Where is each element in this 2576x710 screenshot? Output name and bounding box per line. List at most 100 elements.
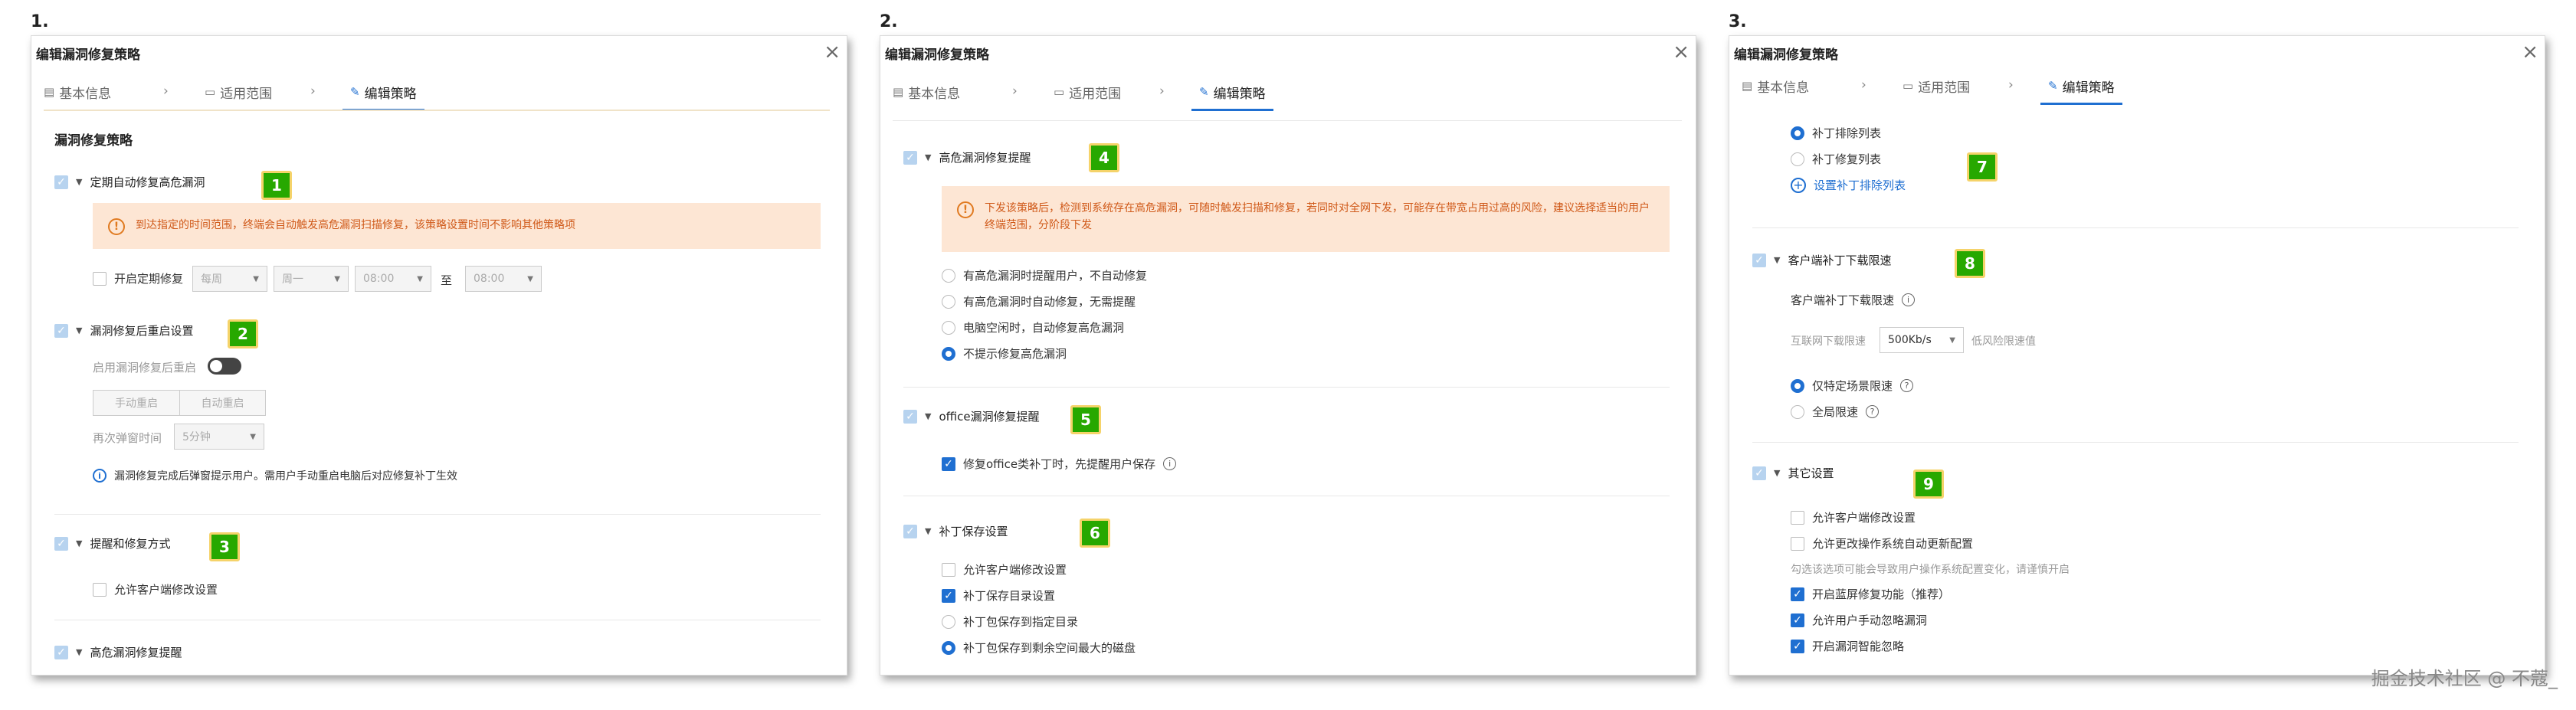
tab-edit-policy[interactable]: ✎ 编辑策略 (1191, 76, 1273, 111)
section-auto-fix[interactable]: ✓ ▼ 定期自动修复高危漏洞 (54, 174, 205, 190)
section-patch-save[interactable]: ✓ ▼ 补丁保存设置 (903, 523, 1008, 539)
net-limit-select[interactable]: 500Kb/s ▼ (1880, 327, 1964, 353)
info-icon[interactable]: i (1902, 293, 1916, 306)
weekday-select[interactable]: 周一 ▼ (274, 266, 349, 292)
caret-down-icon[interactable]: ▼ (76, 538, 82, 548)
section-office-reminder[interactable]: ✓ ▼ office漏洞修复提醒 (903, 408, 1040, 424)
checkbox-checked[interactable]: ✓ (942, 456, 955, 471)
section-checkbox[interactable]: ✓ (903, 409, 917, 424)
section-download-limit[interactable]: ✓ ▼ 客户端补丁下载限速 (1752, 252, 1891, 268)
checkbox[interactable] (1791, 536, 1804, 551)
checkbox-checked[interactable]: ✓ (1791, 587, 1804, 601)
help-icon[interactable]: ? (1900, 379, 1914, 392)
tab-basic-info[interactable]: ▤ 基本信息 (893, 76, 960, 108)
save-to-largest-disk[interactable]: 补丁包保存到剩余空间最大的磁盘 (942, 640, 1136, 656)
save-to-dir[interactable]: 补丁包保存到指定目录 (942, 613, 1078, 630)
enable-smart-ignore[interactable]: ✓ 开启漏洞智能忽略 (1791, 638, 1904, 654)
os-update-hint: 勾选该选项可能会导致用户操作系统配置变化，请谨慎开启 (1791, 564, 2070, 576)
patch-fix-list[interactable]: 补丁修复列表 (1791, 151, 1881, 167)
help-icon[interactable]: ? (1866, 405, 1880, 418)
start-time-select[interactable]: 08:00 ▼ (355, 266, 431, 292)
allow-os-update-change[interactable]: 允许更改操作系统自动更新配置 (1791, 535, 1973, 551)
end-time-select[interactable]: 08:00 ▼ (465, 266, 542, 292)
close-icon[interactable]: × (2522, 42, 2538, 62)
close-icon[interactable]: × (824, 42, 841, 62)
tab-edit-policy[interactable]: ✎ 编辑策略 (2040, 70, 2122, 105)
checkbox[interactable] (93, 582, 107, 597)
section-high-risk-reminder[interactable]: ✓ ▼ 高危漏洞修复提醒 (903, 149, 1031, 165)
section-checkbox[interactable]: ✓ (54, 645, 68, 659)
radio-button-selected[interactable] (942, 640, 955, 655)
radio-button-selected[interactable] (942, 346, 955, 361)
reminder-option-3[interactable]: 电脑空闲时，自动修复高危漏洞 (942, 319, 1124, 335)
allow-client-modify[interactable]: 允许客户端修改设置 (1791, 509, 1916, 525)
caret-down-icon[interactable]: ▼ (76, 177, 82, 187)
tab-scope[interactable]: ▭ 适用范围 (1054, 76, 1121, 108)
tab-basic-info[interactable]: ▤ 基本信息 (1742, 70, 1809, 102)
patch-dir-setting[interactable]: ✓ 补丁保存目录设置 (942, 587, 1055, 604)
chevron-right-icon: › (163, 83, 169, 99)
tab-edit-policy[interactable]: ✎ 编辑策略 (342, 76, 424, 111)
allow-client-modify[interactable]: 允许客户端修改设置 (93, 581, 218, 597)
radio-button[interactable] (1791, 152, 1804, 166)
section-checkbox[interactable]: ✓ (903, 150, 917, 165)
frequency-select[interactable]: 每周 ▼ (192, 266, 267, 292)
limit-specific-scene[interactable]: 仅特定场景限速? (1791, 378, 1914, 394)
checkbox-checked[interactable]: ✓ (1791, 613, 1804, 627)
popup-time-select[interactable]: 5分钟 ▼ (174, 424, 264, 450)
section-checkbox[interactable]: ✓ (54, 175, 68, 189)
checkbox-checked[interactable]: ✓ (1791, 639, 1804, 653)
caret-down-icon[interactable]: ▼ (1774, 255, 1780, 265)
restart-mode-segment[interactable]: 手动重启 自动重启 (93, 390, 266, 416)
radio-button-selected[interactable] (1791, 126, 1804, 140)
checkbox[interactable] (1791, 510, 1804, 525)
radio-button[interactable] (942, 614, 955, 629)
section-checkbox[interactable]: ✓ (1752, 466, 1766, 480)
tab-basic-info[interactable]: ▤ 基本信息 (44, 76, 111, 108)
radio-button-selected[interactable] (1791, 378, 1804, 393)
checkbox[interactable] (942, 562, 955, 577)
divider (893, 120, 1682, 121)
enable-bsod-fix[interactable]: ✓ 开启蓝屏修复功能（推荐） (1791, 586, 1950, 602)
checkbox-checked[interactable]: ✓ (942, 588, 955, 603)
caret-down-icon[interactable]: ▼ (925, 152, 931, 162)
section-restart[interactable]: ✓ ▼ 漏洞修复后重启设置 (54, 322, 193, 339)
caret-down-icon[interactable]: ▼ (925, 411, 931, 421)
reminder-option-1[interactable]: 有高危漏洞时提醒用户，不自动修复 (942, 267, 1147, 283)
section-checkbox[interactable]: ✓ (903, 524, 917, 538)
segment-manual-restart[interactable]: 手动重启 (93, 391, 179, 415)
reminder-option-2[interactable]: 有高危漏洞时自动修复，无需提醒 (942, 293, 1136, 309)
section-checkbox[interactable]: ✓ (54, 323, 68, 338)
section-other-settings[interactable]: ✓ ▼ 其它设置 (1752, 465, 1834, 481)
caret-down-icon[interactable]: ▼ (1774, 468, 1780, 478)
limit-global[interactable]: 全局限速? (1791, 404, 1880, 420)
patch-exclude-list[interactable]: 补丁排除列表 (1791, 125, 1881, 141)
section-checkbox[interactable]: ✓ (1752, 253, 1766, 267)
close-icon[interactable]: × (1673, 42, 1689, 62)
radio-button[interactable] (942, 320, 955, 335)
enable-periodic-fix[interactable]: 开启定期修复 (93, 270, 183, 286)
tab-scope[interactable]: ▭ 适用范围 (205, 76, 272, 108)
set-exclude-list-link[interactable]: + 设置补丁排除列表 (1791, 177, 1906, 193)
section-high-risk-reminder[interactable]: ✓ ▼ 高危漏洞修复提醒 (54, 644, 182, 660)
office-save-reminder[interactable]: ✓ 修复office类补丁时，先提醒用户保存 i (942, 456, 1177, 472)
allow-manual-ignore[interactable]: ✓ 允许用户手动忽略漏洞 (1791, 612, 1927, 628)
checkbox[interactable] (93, 271, 107, 286)
help-icon[interactable]: i (1163, 457, 1177, 470)
allow-client-modify[interactable]: 允许客户端修改设置 (942, 561, 1067, 577)
caret-down-icon[interactable]: ▼ (76, 647, 82, 657)
tab-bar: ▤ 基本信息 › ▭ 适用范围 › ✎ 编辑策略 (1742, 70, 2531, 105)
radio-button[interactable] (942, 294, 955, 309)
reminder-option-4[interactable]: 不提示修复高危漏洞 (942, 345, 1067, 362)
tab-scope[interactable]: ▭ 适用范围 (1903, 70, 1970, 102)
radio-button[interactable] (942, 268, 955, 283)
section-checkbox[interactable]: ✓ (54, 536, 68, 551)
segment-auto-restart[interactable]: 自动重启 (179, 391, 265, 415)
caret-down-icon[interactable]: ▼ (925, 526, 931, 536)
restart-toggle[interactable] (208, 358, 241, 375)
list-icon: ▤ (893, 85, 904, 99)
caret-down-icon[interactable]: ▼ (76, 326, 82, 335)
section-reminder-mode[interactable]: ✓ ▼ 提醒和修复方式 (54, 535, 170, 551)
download-limit-label: 客户端补丁下载限速 i (1791, 292, 1916, 308)
radio-button[interactable] (1791, 404, 1804, 419)
